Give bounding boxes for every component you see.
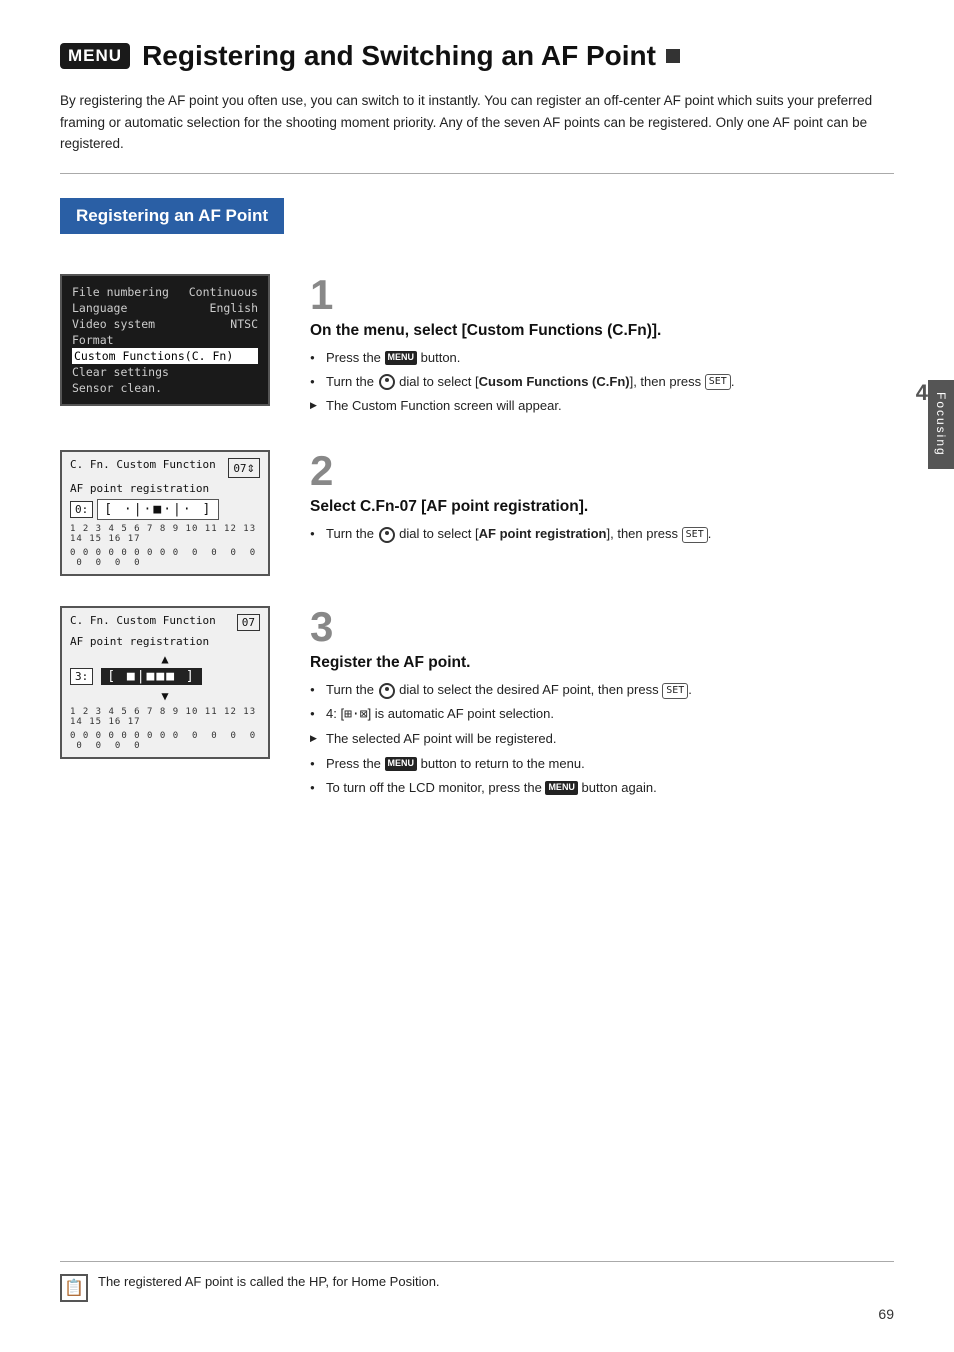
fn-number-row-3b: 0 0 0 0 0 0 0 0 0 0 0 0 0 0 0 0 0 [70,731,260,751]
step3-content: 3 Register the AF point. Turn the dial t… [310,606,894,802]
fn-screen-3: C. Fn. Custom Function 07 AF point regis… [60,606,270,759]
section-header: Registering an AF Point [60,198,284,234]
dial-icon-3a [379,683,395,699]
fn-title-box-2: 07⇕ [228,458,260,478]
footer-note: 📋 The registered AF point is called the … [60,1261,894,1302]
page-title-row: MENU Registering and Switching an AF Poi… [60,40,894,72]
step2-bullets: Turn the dial to select [AF point regist… [310,524,894,544]
fn-title-2: C. Fn. Custom Function 07⇕ [70,458,260,478]
step3-bullet-3: The selected AF point will be registered… [310,729,894,749]
fn-label-2: AF point registration [70,482,260,495]
step1-screen: File numberingContinuous LanguageEnglish… [60,274,280,420]
dial-icon-2 [379,527,395,543]
step3-bullet-4: Press the MENU button to return to the m… [310,754,894,774]
title-decoration [666,49,680,63]
footer-icon: 📋 [60,1274,88,1302]
step1-row: File numberingContinuous LanguageEnglish… [60,274,894,420]
step2-screen: C. Fn. Custom Function 07⇕ AF point regi… [60,450,280,576]
fn-value-row-3: 3: [ ■|■■■ ] [70,668,260,685]
screen-row-format: Format [72,332,258,348]
footer-text: The registered AF point is called the HP… [98,1274,440,1289]
step3-screen: C. Fn. Custom Function 07 AF point regis… [60,606,280,802]
fn-label-3: AF point registration [70,635,260,648]
fn-number-row-2b: 0 0 0 0 0 0 0 0 0 0 0 0 0 0 0 0 0 [70,548,260,568]
fn-screen-2: C. Fn. Custom Function 07⇕ AF point regi… [60,450,270,576]
set-icon-1: SET [705,374,731,390]
page-title: Registering and Switching an AF Point [142,40,656,72]
fn-value-label-3: 3: [70,668,93,685]
fn-arrow-up: ▲ [70,652,260,666]
step2-number: 2 [310,450,894,492]
step2-content: 2 Select C.Fn-07 [AF point registration]… [310,450,894,576]
set-icon-2: SET [682,527,708,543]
step1-title: On the menu, select [Custom Functions (C… [310,322,894,340]
fn-title-3: C. Fn. Custom Function 07 [70,614,260,631]
screen-row-video: Video systemNTSC [72,316,258,332]
side-tab: Focusing [928,380,954,469]
step3-bullets: Turn the dial to select the desired AF p… [310,680,894,798]
fn-value-row-2: 0: [ ·|·■·|· ] [70,499,260,520]
menu-badge: MENU [60,43,130,69]
screen-row-language: LanguageEnglish [72,300,258,316]
menu-icon-3b: MENU [545,781,578,795]
set-icon-3: SET [662,683,688,699]
step1-bullets: Press the MENU button. Turn the dial to … [310,348,894,416]
step3-number: 3 [310,606,894,648]
fn-title-box-3: 07 [237,614,260,631]
step3-title: Register the AF point. [310,654,894,672]
screen-row-sensor: Sensor clean. [72,380,258,396]
fn-selected-af: [ ■|■■■ ] [101,668,201,685]
step3-bullet-2: 4: [⊞·⊠] is automatic AF point selection… [310,704,894,725]
step2-row: C. Fn. Custom Function 07⇕ AF point regi… [60,450,894,576]
af-icons-2: [ ·|·■·|· ] [97,499,219,520]
fn-number-row-2a: 1 2 3 4 5 6 7 8 9 10 11 12 13 14 15 16 1… [70,524,260,544]
step1-content: 1 On the menu, select [Custom Functions … [310,274,894,420]
dial-icon-1 [379,374,395,390]
menu-icon-3: MENU [385,757,418,771]
camera-menu-screen: File numberingContinuous LanguageEnglish… [60,274,270,406]
step3-bullet-5: To turn off the LCD monitor, press the M… [310,778,894,798]
fn-value-label-2: 0: [70,501,93,518]
step1-number: 1 [310,274,894,316]
step3-bullet-1: Turn the dial to select the desired AF p… [310,680,894,700]
step2-title: Select C.Fn-07 [AF point registration]. [310,498,894,516]
intro-text: By registering the AF point you often us… [60,90,894,174]
side-number: 4 [916,380,928,406]
step1-bullet-3: The Custom Function screen will appear. [310,396,894,416]
fn-arrow-down: ▼ [70,689,260,703]
page-number: 69 [878,1306,894,1322]
step1-bullet-1: Press the MENU button. [310,348,894,368]
step2-bullet-1: Turn the dial to select [AF point regist… [310,524,894,544]
screen-row-clear: Clear settings [72,364,258,380]
screen-row-custom-fn: Custom Functions(C. Fn) [72,348,258,364]
menu-icon-1: MENU [385,351,418,365]
fn-number-row-3a: 1 2 3 4 5 6 7 8 9 10 11 12 13 14 15 16 1… [70,707,260,727]
screen-row-file: File numberingContinuous [72,284,258,300]
step3-row: C. Fn. Custom Function 07 AF point regis… [60,606,894,802]
step1-bullet-2: Turn the dial to select [Cusom Functions… [310,372,894,392]
